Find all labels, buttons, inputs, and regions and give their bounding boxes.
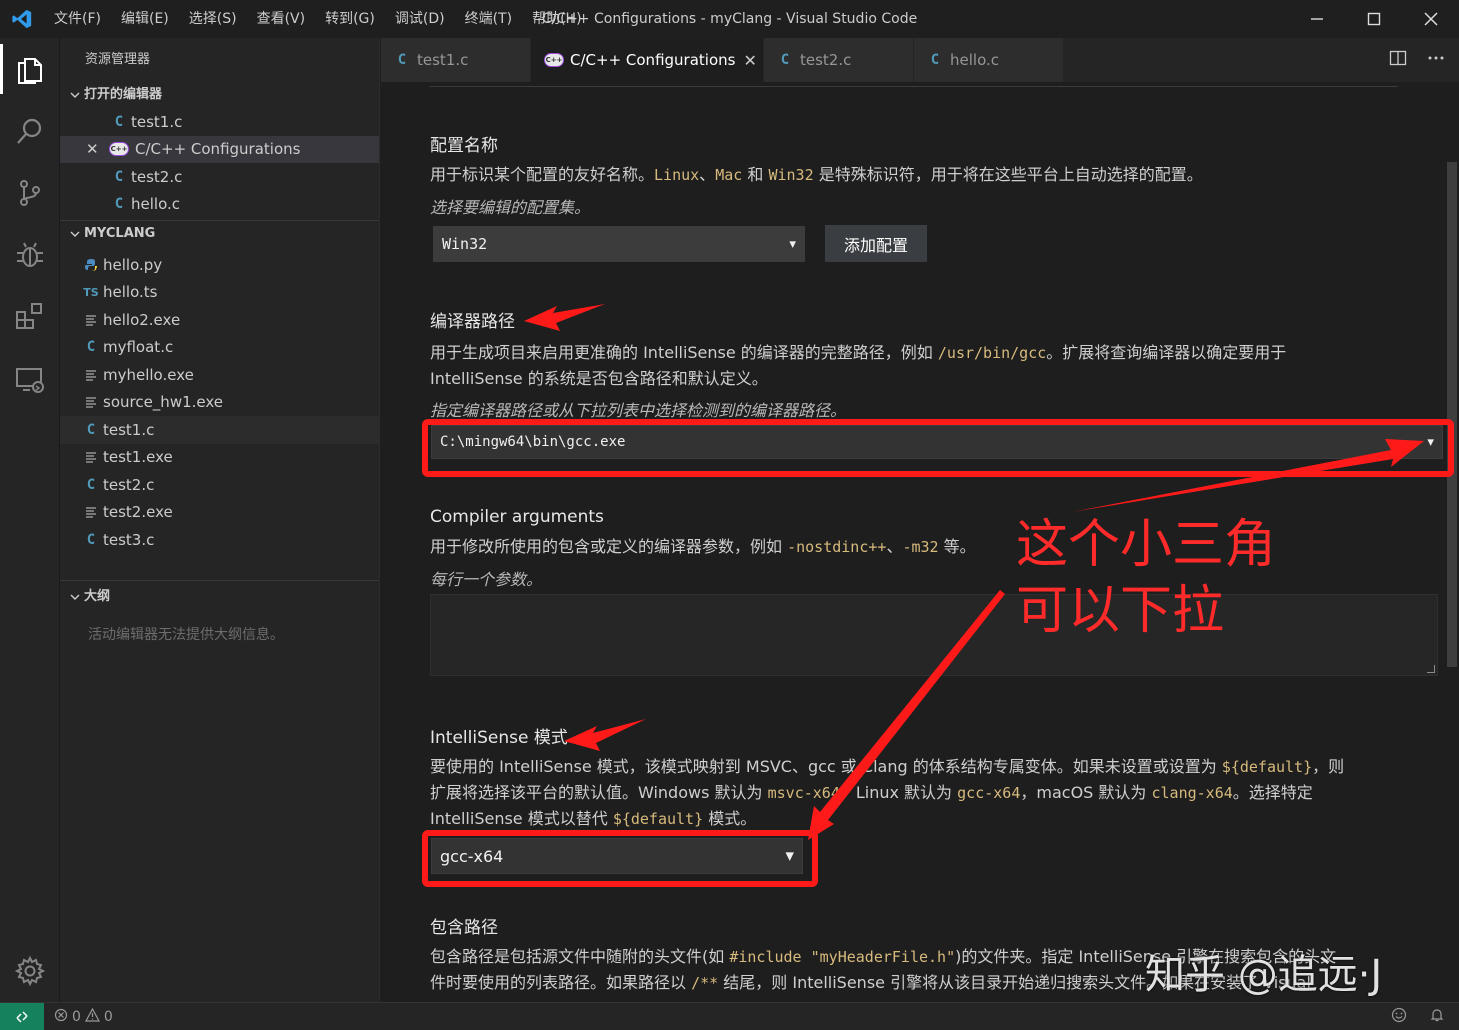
remote-indicator-icon[interactable] (0, 1002, 44, 1030)
arrow-compiler-path-icon (524, 304, 605, 331)
warning-icon (84, 1007, 100, 1026)
arrow-intellisense-icon (564, 719, 646, 751)
feedback-smiley-icon[interactable] (1391, 1007, 1407, 1027)
status-right (1391, 1003, 1445, 1030)
arrow-to-caret-icon (1072, 439, 1424, 512)
error-icon (54, 1008, 68, 1026)
annotation-line-1: 这个小三角 (1016, 515, 1277, 575)
error-count: 0 (72, 1008, 81, 1025)
arrow-to-select-icon (808, 590, 1005, 840)
warning-count: 0 (103, 1008, 113, 1025)
status-bar: 0 0 (0, 1002, 1459, 1030)
annotation-line-2: 可以下拉 (1016, 581, 1225, 641)
notifications-bell-icon[interactable] (1429, 1007, 1445, 1027)
problems-indicator[interactable]: 0 0 (54, 1007, 113, 1026)
watermark: 知乎 @追远·J (1145, 952, 1383, 998)
annotation-note: 这个小三角 可以下拉 (1016, 512, 1276, 644)
